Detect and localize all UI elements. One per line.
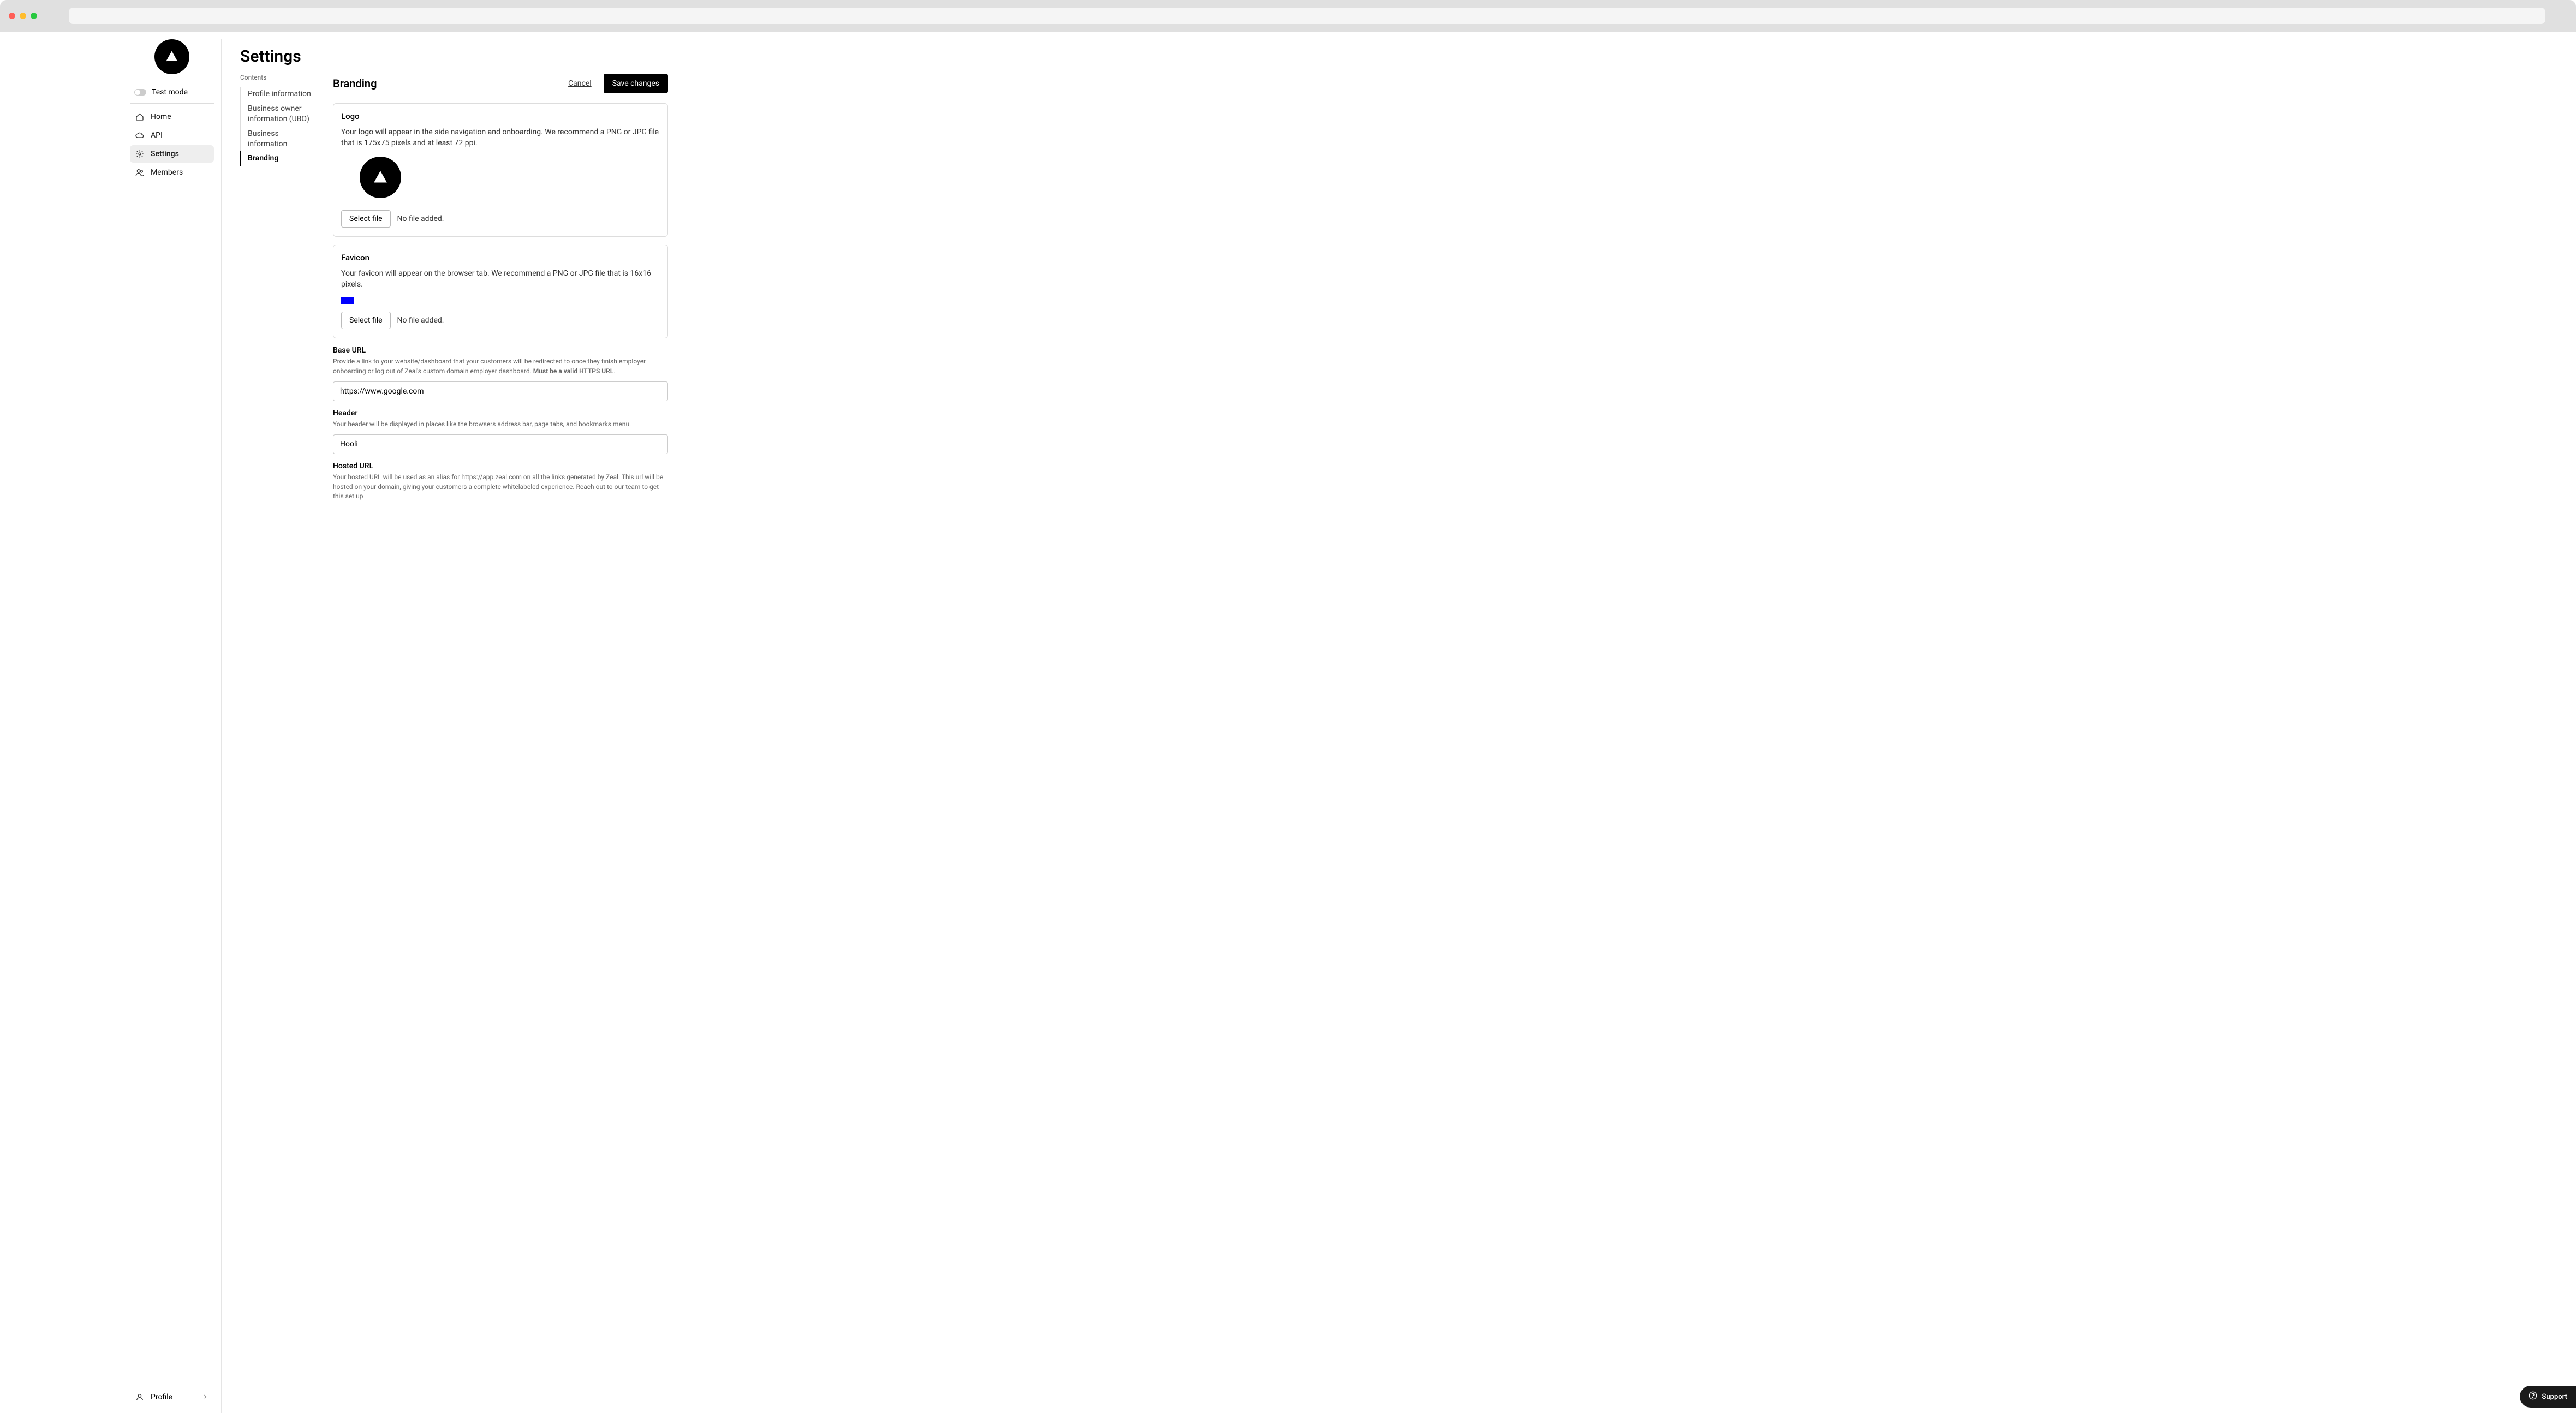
cancel-button[interactable]: Cancel	[568, 79, 592, 88]
logo-select-file-button[interactable]: Select file	[341, 210, 391, 228]
gear-icon	[135, 150, 144, 158]
profile-label: Profile	[151, 1393, 172, 1402]
page-title: Settings	[240, 47, 2557, 66]
home-icon	[135, 112, 144, 121]
base-url-label: Base URL	[333, 346, 668, 355]
base-url-field: Base URL Provide a link to your website/…	[333, 346, 668, 401]
title-bar	[0, 0, 2576, 32]
nav-item-api[interactable]: API	[130, 127, 214, 144]
logo-file-status: No file added.	[397, 214, 444, 223]
nav-label: Home	[151, 112, 171, 121]
logo-preview	[360, 157, 660, 200]
favicon-select-file-button[interactable]: Select file	[341, 312, 391, 329]
logo-card-desc: Your logo will appear in the side naviga…	[341, 127, 660, 149]
settings-form: Branding Cancel Save changes Logo Your l…	[333, 74, 668, 531]
toc-item-business-info[interactable]: Business information	[240, 127, 319, 152]
test-mode-toggle[interactable]	[134, 89, 146, 96]
hosted-url-field: Hosted URL Your hosted URL will be used …	[333, 462, 668, 501]
test-mode-toggle-row: Test mode	[130, 81, 214, 103]
favicon-card: Favicon Your favicon will appear on the …	[333, 245, 668, 339]
toc-item-branding[interactable]: Branding	[240, 151, 319, 166]
nav-item-settings[interactable]: Settings	[130, 145, 214, 163]
section-title: Branding	[333, 77, 377, 90]
triangle-logo-icon	[154, 39, 189, 74]
help-icon	[2529, 1391, 2537, 1402]
favicon-file-status: No file added.	[397, 316, 444, 325]
logo-card-title: Logo	[341, 111, 660, 121]
support-button[interactable]: Support	[2520, 1386, 2576, 1408]
logo-card: Logo Your logo will appear in the side n…	[333, 103, 668, 237]
primary-nav: Home API Settings	[130, 104, 214, 181]
favicon-card-title: Favicon	[341, 253, 660, 263]
chevron-right-icon	[202, 1392, 208, 1402]
base-url-input[interactable]	[333, 381, 668, 401]
table-of-contents: Contents Profile information Business ow…	[240, 74, 319, 531]
window-controls	[9, 13, 37, 19]
header-desc: Your header will be displayed in places …	[333, 420, 668, 429]
nav-label: Members	[151, 168, 183, 177]
url-bar[interactable]	[69, 8, 2545, 24]
header-field: Header Your header will be displayed in …	[333, 409, 668, 454]
sidebar: Test mode Home API	[0, 32, 221, 1413]
hosted-url-desc: Your hosted URL will be used as an alias…	[333, 473, 668, 501]
members-icon	[135, 168, 144, 177]
close-window-icon[interactable]	[9, 13, 15, 19]
hosted-url-label: Hosted URL	[333, 462, 668, 470]
support-label: Support	[2542, 1393, 2567, 1401]
save-button[interactable]: Save changes	[604, 74, 668, 93]
header-input[interactable]	[333, 434, 668, 454]
profile-link[interactable]: Profile	[130, 1387, 214, 1406]
base-url-desc: Provide a link to your website/dashboard…	[333, 357, 668, 376]
nav-label: Settings	[151, 150, 179, 158]
favicon-card-desc: Your favicon will appear on the browser …	[341, 268, 660, 290]
toc-item-ubo[interactable]: Business owner information (UBO)	[240, 102, 319, 127]
triangle-logo-icon	[360, 157, 401, 198]
content-area: Settings Contents Profile information Bu…	[222, 32, 2576, 1413]
user-icon	[135, 1393, 144, 1402]
toc-heading: Contents	[240, 74, 319, 81]
minimize-window-icon[interactable]	[20, 13, 26, 19]
cloud-icon	[135, 131, 144, 140]
nav-item-home[interactable]: Home	[130, 108, 214, 126]
favicon-preview	[341, 297, 354, 304]
maximize-window-icon[interactable]	[31, 13, 37, 19]
nav-label: API	[151, 131, 163, 140]
test-mode-label: Test mode	[152, 88, 188, 97]
company-logo	[130, 39, 214, 81]
toc-item-profile-info[interactable]: Profile information	[240, 87, 319, 102]
header-label: Header	[333, 409, 668, 418]
nav-item-members[interactable]: Members	[130, 164, 214, 181]
